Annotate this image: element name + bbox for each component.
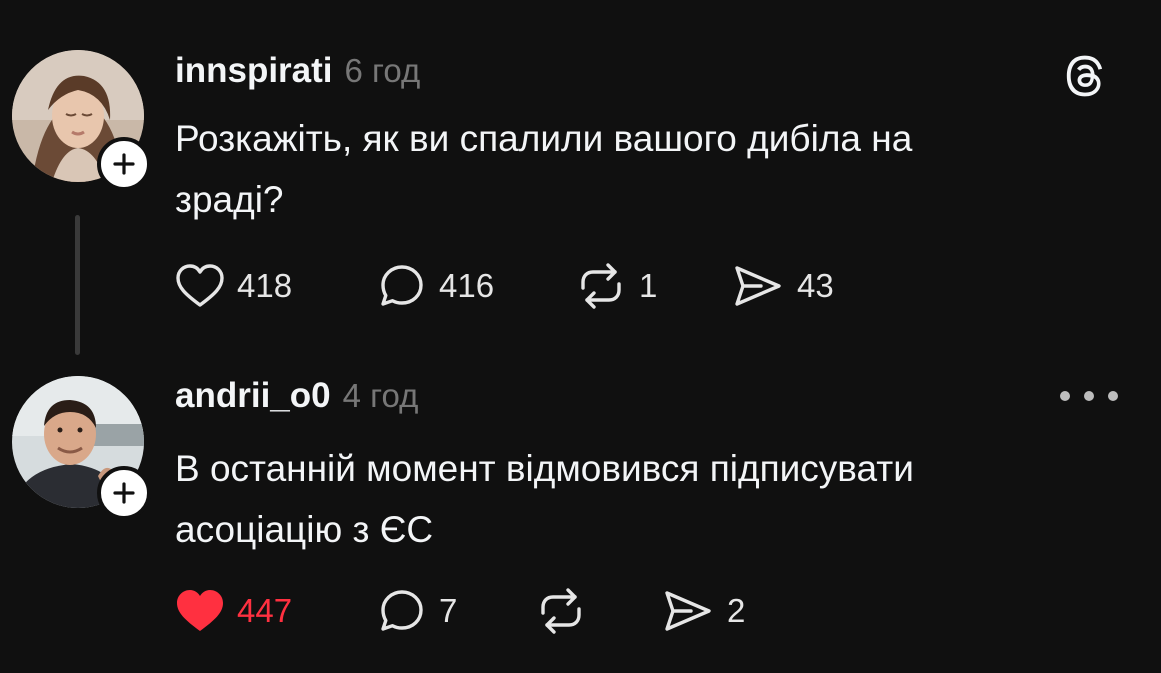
reply-button[interactable]: 7 xyxy=(377,587,457,635)
heart-icon xyxy=(175,263,225,309)
send-icon xyxy=(661,588,715,634)
timestamp[interactable]: 6 год xyxy=(345,52,421,90)
reply-count: 416 xyxy=(439,267,495,304)
repost-icon xyxy=(575,262,627,310)
username[interactable]: innspirati xyxy=(175,51,333,91)
repost-icon xyxy=(535,587,587,635)
reply-count: 7 xyxy=(439,592,458,629)
share-count: 43 xyxy=(797,267,834,304)
thread-post: innspirati 6 год Розкажіть, як ви спалил… xyxy=(0,0,1161,360)
post-header: innspirati 6 год xyxy=(175,51,420,91)
send-icon xyxy=(731,263,785,309)
repost-button[interactable] xyxy=(535,587,599,635)
like-button[interactable]: 447 xyxy=(175,587,292,635)
dot xyxy=(1084,391,1094,401)
reply-bubble-icon xyxy=(377,262,427,310)
post-header: andrii_o0 4 год xyxy=(175,376,418,416)
post-text-line: зраді? xyxy=(175,179,284,220)
thread-post: andrii_o0 4 год В останній момент відмов… xyxy=(0,360,1161,673)
like-count: 447 xyxy=(237,592,293,629)
follow-button[interactable] xyxy=(97,137,151,191)
post-body: Розкажіть, як ви спалили вашого дибіла н… xyxy=(175,108,1075,230)
follow-button[interactable] xyxy=(97,466,151,520)
repost-button[interactable]: 1 xyxy=(575,262,657,310)
like-button[interactable]: 418 xyxy=(175,262,292,310)
thread-connector-line xyxy=(75,215,80,355)
heart-filled-icon xyxy=(175,588,225,634)
timestamp[interactable]: 4 год xyxy=(343,377,419,415)
reply-bubble-icon xyxy=(377,587,427,635)
like-count: 418 xyxy=(237,267,293,304)
share-count: 2 xyxy=(727,592,746,629)
plus-icon xyxy=(113,153,135,175)
post-body: В останній момент відмовився підписувати… xyxy=(175,438,1075,560)
dot xyxy=(1108,391,1118,401)
post-text-line: В останній момент відмовився підписувати xyxy=(175,448,914,489)
username[interactable]: andrii_o0 xyxy=(175,376,331,416)
threads-logo-icon[interactable] xyxy=(1060,50,1112,102)
action-bar: 447 7 2 xyxy=(175,587,975,635)
share-button[interactable]: 43 xyxy=(731,262,834,310)
more-options-icon[interactable] xyxy=(1060,382,1118,410)
dot xyxy=(1060,391,1070,401)
post-text-line: асоціацію з ЄС xyxy=(175,509,434,550)
repost-count: 1 xyxy=(639,267,658,304)
post-text-line: Розкажіть, як ви спалили вашого дибіла н… xyxy=(175,118,913,159)
plus-icon xyxy=(113,482,135,504)
share-button[interactable]: 2 xyxy=(661,587,745,635)
action-bar: 418 416 1 43 xyxy=(175,262,975,310)
reply-button[interactable]: 416 xyxy=(377,262,494,310)
